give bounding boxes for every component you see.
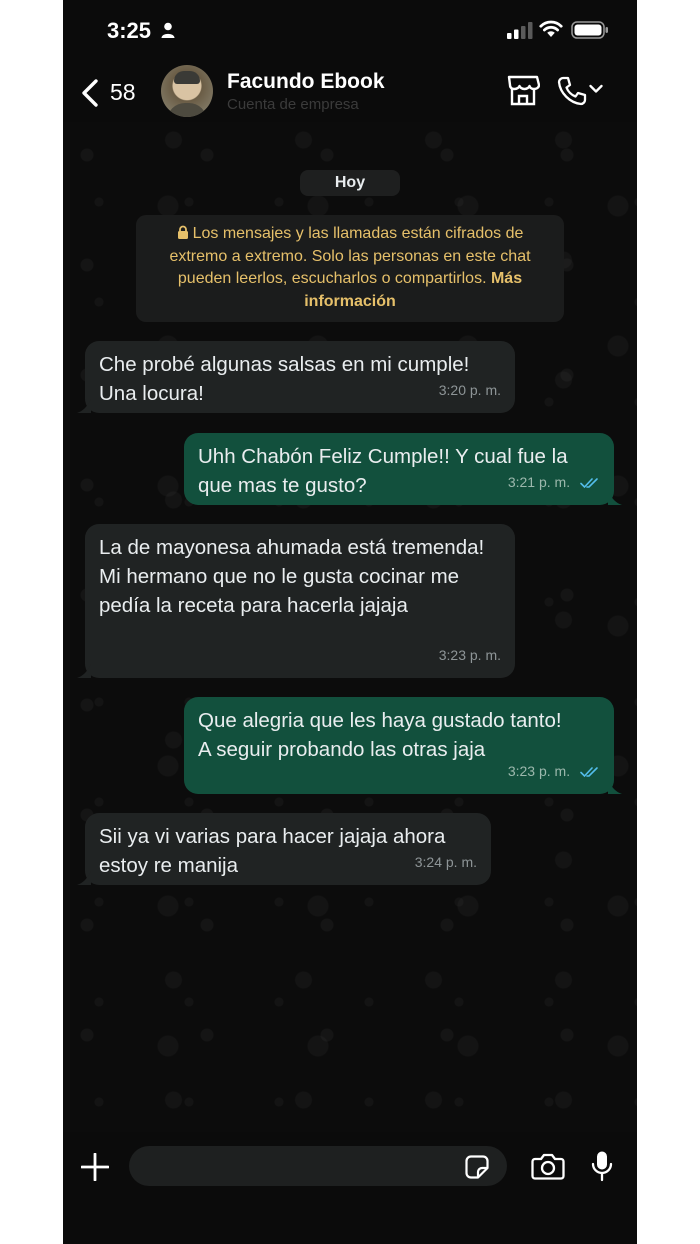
signal-icon <box>507 22 533 39</box>
encryption-text: Los mensajes y las llamadas están cifrad… <box>169 225 531 287</box>
message-input[interactable] <box>129 1146 507 1186</box>
message-outgoing[interactable]: Que alegria que les haya gustado tanto! … <box>184 697 622 794</box>
double-check-icon <box>580 767 598 778</box>
message-text: La de mayonesa ahumada está tremenda! Mi… <box>99 536 485 617</box>
phone-icon[interactable] <box>557 76 587 106</box>
message-time: 3:23 p. m. <box>507 763 571 779</box>
date-separator: Hoy <box>300 170 400 196</box>
microphone-icon[interactable] <box>591 1150 613 1182</box>
double-check-icon <box>580 478 598 489</box>
message-time: 3:24 p. m. <box>414 854 477 870</box>
status-bar: 3:25 <box>63 0 637 60</box>
message-outgoing[interactable]: Uhh Chabón Feliz Cumple!! Y cual fue la … <box>184 433 622 505</box>
wifi-icon <box>539 20 563 37</box>
contact-name[interactable]: Facundo Ebook <box>227 70 385 94</box>
composer-bar <box>63 1132 637 1244</box>
contact-subtitle: Cuenta de empresa <box>227 96 359 113</box>
bubble-tail <box>77 871 91 885</box>
encryption-notice[interactable]: Los mensajes y las llamadas están cifrad… <box>136 215 564 322</box>
avatar[interactable] <box>161 65 213 117</box>
person-icon <box>161 22 175 38</box>
bubble-tail <box>608 491 622 505</box>
plus-icon[interactable] <box>81 1153 109 1181</box>
bubble-tail <box>77 399 91 413</box>
message-time: 3:23 p. m. <box>438 647 501 663</box>
message-meta: 3:23 p. m. <box>508 757 600 786</box>
bubble-tail <box>608 780 622 794</box>
sticker-icon[interactable] <box>465 1155 489 1179</box>
message-time: 3:20 p. m. <box>438 382 501 398</box>
phone-screen: 3:25 58 Facundo Ebook Cuenta de empresa … <box>63 0 637 1244</box>
message-incoming[interactable]: La de mayonesa ahumada está tremenda! Mi… <box>77 524 515 678</box>
battery-icon <box>571 21 608 39</box>
unread-count[interactable]: 58 <box>110 79 136 106</box>
shop-icon[interactable] <box>506 74 540 106</box>
message-text: Que alegria que les haya gustado tanto! … <box>198 709 562 761</box>
camera-icon[interactable] <box>531 1152 565 1180</box>
chat-header: 58 Facundo Ebook Cuenta de empresa <box>63 60 637 122</box>
back-chevron-icon[interactable] <box>79 78 103 108</box>
message-incoming[interactable]: Che probé algunas salsas en mi cumple! U… <box>77 341 515 413</box>
lock-icon <box>177 225 188 239</box>
status-time: 3:25 <box>107 18 152 43</box>
message-incoming[interactable]: Sii ya vi varias para hacer jajaja ahora… <box>77 813 491 885</box>
message-meta: 3:21 p. m. <box>508 468 600 497</box>
bubble-tail <box>77 664 91 678</box>
chevron-down-icon[interactable] <box>589 84 603 94</box>
message-time: 3:21 p. m. <box>507 474 571 490</box>
